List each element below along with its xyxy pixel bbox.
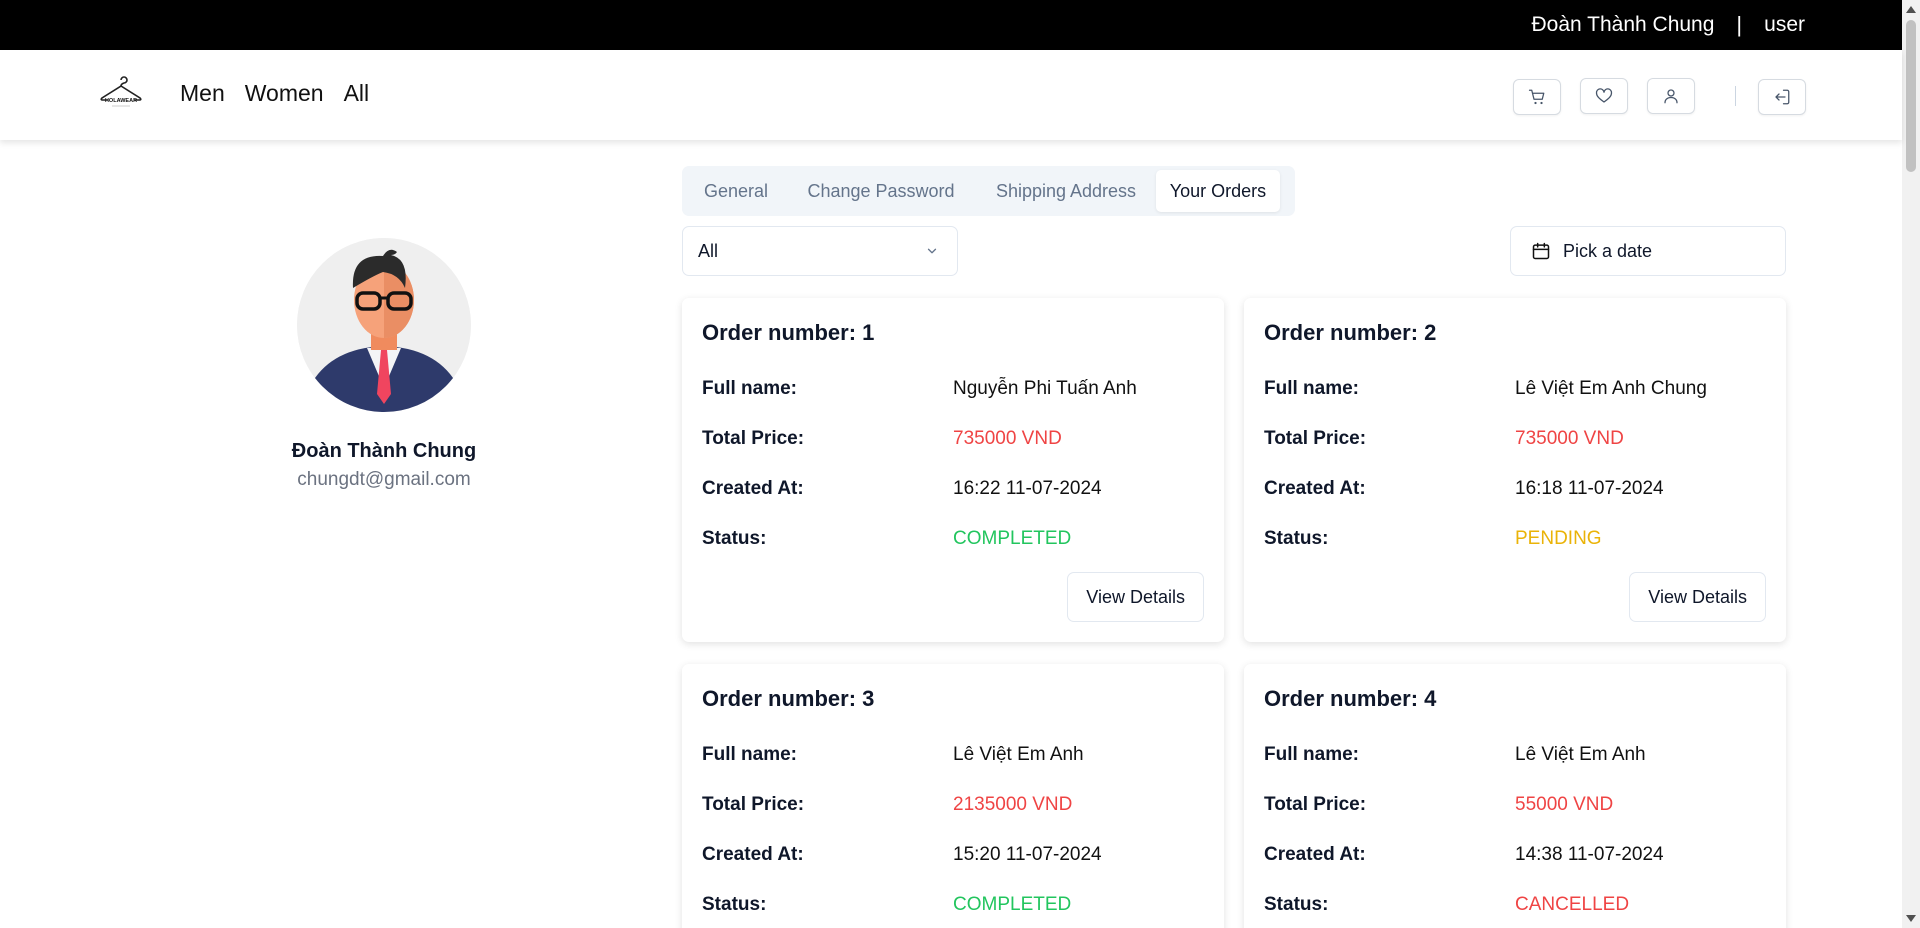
nav-link-women[interactable]: Women	[245, 80, 324, 107]
nav-link-men[interactable]: Men	[180, 80, 225, 107]
created-at-label: Created At:	[702, 478, 804, 499]
total-price-label: Total Price:	[702, 428, 805, 449]
status-value: COMPLETED	[953, 528, 1072, 549]
full-name-value: Lê Việt Em Anh	[953, 744, 1084, 765]
tab-general[interactable]: General	[686, 170, 786, 212]
order-row-created-at: Created At: 15:20 11-07-2024	[702, 830, 1204, 880]
order-row-full-name: Full name: Lê Việt Em Anh	[1264, 730, 1766, 780]
order-card: Order number: 4 Full name: Lê Việt Em An…	[1244, 664, 1786, 928]
order-title: Order number: 3	[702, 686, 875, 711]
topbar-user-role: user	[1764, 13, 1805, 36]
status-value: CANCELLED	[1515, 894, 1630, 915]
created-at-label: Created At:	[1264, 844, 1366, 865]
status-value: PENDING	[1515, 528, 1602, 549]
main-navbar: HOLAWEAR Men Women All	[0, 50, 1902, 140]
total-price-label: Total Price:	[702, 794, 805, 815]
page-scrollbar[interactable]	[1902, 0, 1920, 928]
tab-shipping-address[interactable]: Shipping Address	[976, 170, 1156, 212]
nav-links: Men Women All	[180, 80, 369, 107]
status-label: Status:	[1264, 894, 1329, 915]
cart-icon	[1528, 89, 1545, 105]
total-price-value: 55000 VND	[1515, 794, 1614, 815]
order-card: Order number: 1 Full name: Nguyễn Phi Tu…	[682, 298, 1224, 642]
order-row-status: Status: CANCELLED	[1264, 880, 1766, 928]
status-filter-select[interactable]: All	[682, 226, 958, 276]
hanger-logo-icon: HOLAWEAR	[100, 76, 142, 107]
order-row-created-at: Created At: 16:18 11-07-2024	[1264, 464, 1766, 514]
topbar-user-name[interactable]: Đoàn Thành Chung	[1532, 13, 1715, 37]
total-price-label: Total Price:	[1264, 428, 1367, 449]
avatar	[297, 238, 471, 412]
total-price-value: 735000 VND	[953, 428, 1062, 449]
order-row-total-price: Total Price: 2135000 VND	[702, 780, 1204, 830]
scrollbar-thumb[interactable]	[1906, 20, 1916, 172]
order-row-status: Status: PENDING	[1264, 514, 1766, 564]
total-price-value: 735000 VND	[1515, 428, 1624, 449]
full-name-value: Nguyễn Phi Tuấn Anh	[953, 378, 1137, 399]
order-title: Order number: 1	[702, 320, 875, 345]
status-filter-value: All	[698, 240, 719, 261]
order-row-total-price: Total Price: 735000 VND	[702, 414, 1204, 464]
account-button[interactable]	[1647, 78, 1695, 114]
order-card: Order number: 2 Full name: Lê Việt Em An…	[1244, 298, 1786, 642]
logout-button[interactable]	[1758, 79, 1806, 115]
profile-panel: Đoàn Thành Chung chungdt@gmail.com	[270, 238, 498, 491]
date-picker-placeholder: Pick a date	[1563, 240, 1653, 261]
created-at-value: 16:22 11-07-2024	[953, 478, 1102, 499]
order-row-created-at: Created At: 16:22 11-07-2024	[702, 464, 1204, 514]
order-title: Order number: 2	[1264, 320, 1437, 345]
order-row-total-price: Total Price: 735000 VND	[1264, 414, 1766, 464]
status-label: Status:	[702, 894, 767, 915]
profile-tabs: General Change Password Shipping Address…	[682, 166, 1295, 216]
status-value: COMPLETED	[953, 894, 1072, 915]
status-label: Status:	[702, 528, 767, 549]
order-title: Order number: 4	[1264, 686, 1437, 711]
full-name-label: Full name:	[702, 378, 798, 399]
created-at-label: Created At:	[702, 844, 804, 865]
order-card: Order number: 3 Full name: Lê Việt Em An…	[682, 664, 1224, 928]
order-row-full-name: Full name: Nguyễn Phi Tuấn Anh	[702, 364, 1204, 414]
full-name-label: Full name:	[1264, 744, 1360, 765]
avatar-man-icon	[297, 238, 471, 412]
brand-logo[interactable]: HOLAWEAR	[98, 76, 144, 110]
logo-text: HOLAWEAR	[105, 98, 137, 104]
chevron-down-icon	[927, 248, 937, 254]
logout-icon	[1775, 89, 1790, 105]
top-user-bar: Đoàn Thành Chung | user	[0, 0, 1920, 50]
created-at-value: 15:20 11-07-2024	[953, 844, 1102, 865]
profile-email: chungdt@gmail.com	[297, 469, 471, 490]
heart-icon	[1595, 88, 1613, 103]
created-at-value: 14:38 11-07-2024	[1515, 844, 1664, 865]
profile-name: Đoàn Thành Chung	[291, 440, 477, 462]
wishlist-button[interactable]	[1580, 78, 1628, 114]
topbar-separator: |	[1736, 12, 1743, 37]
full-name-label: Full name:	[1264, 378, 1360, 399]
view-details-button[interactable]: View Details	[1629, 572, 1766, 622]
view-details-button[interactable]: View Details	[1067, 572, 1204, 622]
cart-button[interactable]	[1513, 79, 1561, 115]
order-row-status: Status: COMPLETED	[702, 880, 1204, 928]
full-name-label: Full name:	[702, 744, 798, 765]
scroll-down-arrow-icon[interactable]	[1906, 915, 1916, 922]
full-name-value: Lê Việt Em Anh	[1515, 744, 1646, 765]
tab-change-password[interactable]: Change Password	[786, 170, 976, 212]
nav-divider	[1735, 86, 1736, 106]
full-name-value: Lê Việt Em Anh Chung	[1515, 378, 1707, 399]
order-row-created-at: Created At: 14:38 11-07-2024	[1264, 830, 1766, 880]
created-at-value: 16:18 11-07-2024	[1515, 478, 1664, 499]
date-picker-button[interactable]: Pick a date	[1510, 226, 1786, 276]
order-row-status: Status: COMPLETED	[702, 514, 1204, 564]
nav-link-all[interactable]: All	[344, 80, 370, 107]
status-label: Status:	[1264, 528, 1329, 549]
calendar-icon	[1532, 242, 1550, 260]
tab-your-orders[interactable]: Your Orders	[1156, 170, 1280, 212]
scroll-up-arrow-icon[interactable]	[1906, 6, 1916, 13]
total-price-value: 2135000 VND	[953, 794, 1073, 815]
total-price-label: Total Price:	[1264, 794, 1367, 815]
created-at-label: Created At:	[1264, 478, 1366, 499]
user-icon	[1664, 89, 1678, 104]
order-row-full-name: Full name: Lê Việt Em Anh Chung	[1264, 364, 1766, 414]
order-row-total-price: Total Price: 55000 VND	[1264, 780, 1766, 830]
order-row-full-name: Full name: Lê Việt Em Anh	[702, 730, 1204, 780]
